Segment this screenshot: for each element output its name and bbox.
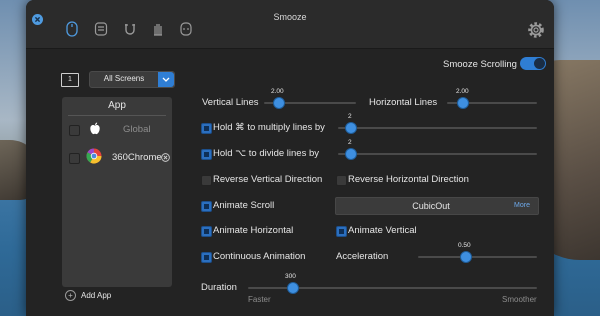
animate-vertical-label: Animate Vertical: [348, 225, 417, 236]
keyboard-icon[interactable]: [93, 20, 109, 38]
chrome-icon: [86, 148, 102, 164]
vertical-lines-slider-knob[interactable]: [273, 97, 285, 109]
mouse-icon[interactable]: [64, 20, 80, 38]
title-bar: Smooze: [26, 0, 554, 49]
chevron-down-icon: [158, 72, 174, 87]
animate-horizontal-label: Animate Horizontal: [213, 225, 294, 236]
hand-icon[interactable]: [150, 20, 166, 38]
animate-horizontal-checkbox[interactable]: [201, 226, 212, 237]
acceleration-value: 0.50: [458, 242, 471, 249]
reverse-vertical-label: Reverse Vertical Direction: [213, 174, 323, 185]
hold-multiply-label: Hold ⌘ to multiply lines by: [213, 122, 325, 133]
add-app-button[interactable]: + Add App: [65, 290, 111, 301]
horizontal-lines-label: Horizontal Lines: [369, 97, 438, 108]
duration-label: Duration: [201, 282, 237, 293]
plus-icon: +: [65, 290, 76, 301]
hold-multiply-checkbox[interactable]: [201, 123, 212, 134]
vertical-lines-label: Vertical Lines: [202, 97, 259, 108]
smooze-scrolling-label: Smooze Scrolling: [443, 59, 517, 70]
app-list-panel: App Global 360Chrome: [62, 97, 172, 287]
hold-multiply-slider-knob[interactable]: [345, 122, 357, 134]
hold-divide-checkbox[interactable]: [201, 149, 212, 160]
duration-slider-knob[interactable]: [287, 282, 299, 294]
animate-vertical-checkbox[interactable]: [336, 226, 347, 237]
hold-divide-label: Hold ⌥ to divide lines by: [213, 148, 319, 159]
acceleration-slider-track[interactable]: [418, 256, 537, 258]
screen-number-icon: 1: [61, 73, 79, 87]
duration-max-label: Smoother: [502, 295, 537, 304]
reverse-horizontal-label: Reverse Horizontal Direction: [348, 174, 469, 185]
hold-divide-slider-track[interactable]: [338, 153, 537, 155]
horizontal-lines-value: 2.00: [456, 88, 469, 95]
screens-dropdown[interactable]: All Screens: [89, 71, 175, 88]
app-360chrome-label: 360Chrome: [112, 152, 162, 163]
horizontal-lines-slider-knob[interactable]: [457, 97, 469, 109]
app-list-divider: [68, 115, 166, 116]
app-global-label: Global: [123, 124, 151, 135]
continuous-animation-label: Continuous Animation: [213, 251, 306, 262]
remove-app-icon[interactable]: [161, 153, 170, 162]
reverse-horizontal-checkbox[interactable]: [336, 175, 347, 186]
gamepad-icon[interactable]: [178, 20, 194, 38]
add-app-label: Add App: [81, 291, 112, 300]
continuous-animation-checkbox[interactable]: [201, 252, 212, 263]
hold-divide-slider-knob[interactable]: [345, 148, 357, 160]
apple-icon: [90, 122, 100, 135]
app-360chrome-checkbox[interactable]: [69, 153, 80, 164]
gear-icon[interactable]: [526, 20, 546, 40]
reverse-vertical-checkbox[interactable]: [201, 175, 212, 186]
vertical-lines-value: 2.00: [271, 88, 284, 95]
app-global-checkbox[interactable]: [69, 125, 80, 136]
hold-multiply-slider-track[interactable]: [338, 127, 537, 129]
duration-min-label: Faster: [248, 295, 271, 304]
smooze-window: Smooze 1 All Screens Smooze Scrolling Ap…: [26, 0, 554, 316]
hold-divide-value: 2: [348, 139, 352, 146]
animate-scroll-label: Animate Scroll: [213, 200, 275, 211]
easing-dropdown[interactable]: CubicOut More: [335, 197, 539, 215]
acceleration-slider-knob[interactable]: [460, 251, 472, 263]
easing-selected-value: CubicOut: [412, 201, 450, 211]
smooze-scrolling-toggle[interactable]: [520, 57, 546, 70]
magnet-icon[interactable]: [122, 20, 138, 38]
acceleration-label: Acceleration: [336, 251, 389, 262]
app-list-header: App: [108, 100, 126, 111]
animate-scroll-checkbox[interactable]: [201, 201, 212, 212]
screens-selected-value: All Screens: [103, 74, 145, 83]
easing-more-button[interactable]: More: [514, 202, 530, 209]
hold-multiply-value: 2: [348, 113, 352, 120]
duration-value: 300: [285, 273, 296, 280]
